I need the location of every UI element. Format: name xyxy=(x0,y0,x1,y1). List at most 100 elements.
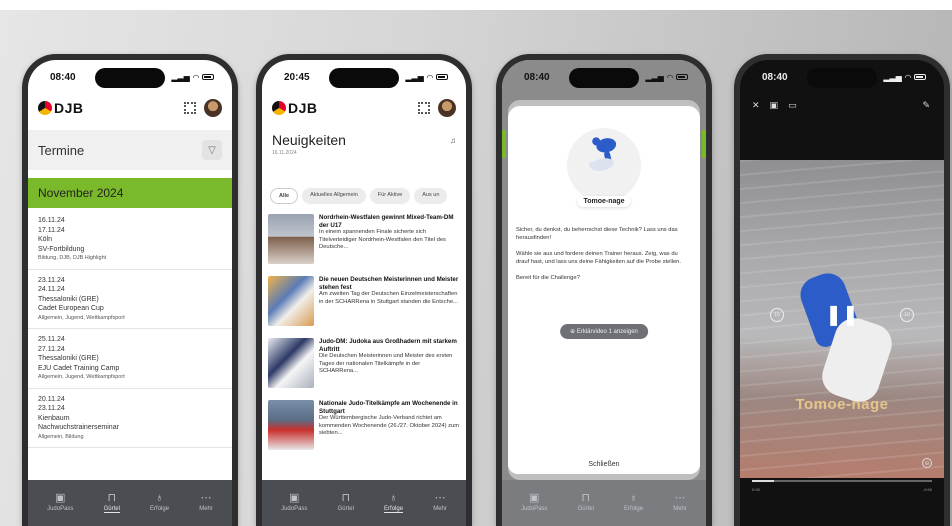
tab-erfolge[interactable]: ♁ Erfolge xyxy=(150,493,169,513)
technique-name: Tomoe-nage xyxy=(577,196,631,207)
tab-mehr[interactable]: ⋯ Mehr xyxy=(199,493,213,513)
phone-video: 08:40 ▂▃▅ ◠ ✕ ▣ ▭ ✎ 10 ❚❚ 10 Tomoe-nage … xyxy=(734,54,950,526)
trophy-icon: ♁ xyxy=(155,492,164,504)
top-band xyxy=(0,0,952,10)
picture-in-picture-icon[interactable]: ▣ xyxy=(770,100,779,111)
chip-aktuelles[interactable]: Aktuelles Allgemein xyxy=(302,188,366,204)
bell-icon[interactable]: ♫ xyxy=(450,136,456,145)
tab-erfolge[interactable]: ♁ Erfolge xyxy=(624,493,643,513)
tab-guertel[interactable]: ⊓ Gürtel xyxy=(578,493,594,513)
signal-icon: ▂▃▅ xyxy=(171,72,190,82)
trophy-icon: ♁ xyxy=(389,492,398,504)
tab-label: Gürtel xyxy=(577,506,594,512)
event-tags: Bildung, DJB, DJB Highlight xyxy=(38,255,107,261)
id-card-icon: ▣ xyxy=(55,492,66,504)
djb-logo[interactable]: DJB xyxy=(38,100,84,116)
status-time: 20:45 xyxy=(284,71,310,83)
news-date: 16.11.2024 xyxy=(272,150,297,156)
news-excerpt: Die Deutschen Meisterinnen und Meister d… xyxy=(319,353,453,375)
signal-icon: ▂▃▅ xyxy=(645,72,664,82)
event-start: 16.11.24 xyxy=(38,217,65,224)
pause-icon[interactable]: ❚❚ xyxy=(825,302,859,327)
tab-erfolge[interactable]: ♁ Erfolge xyxy=(384,492,404,513)
event-start: 25.11.24 xyxy=(38,336,65,343)
list-item[interactable]: Nationale Judo-Titelkämpfe am Wochenende… xyxy=(268,400,460,450)
skip-back-icon[interactable]: 10 xyxy=(770,308,784,322)
event-place: Köln xyxy=(38,236,53,243)
tab-guertel[interactable]: ⊓ Gürtel xyxy=(338,493,354,513)
category-chips: Alle Aktuelles Allgemein Für Aktive Aus … xyxy=(270,188,466,204)
tab-mehr[interactable]: ⋯ Mehr xyxy=(433,493,447,513)
video-progress[interactable] xyxy=(752,480,932,482)
phone-neuigkeiten: 20:45 ▂▃▅ ◠ DJB Neuigkeiten 16.11.2024 ♫… xyxy=(256,54,472,526)
djb-logo[interactable]: DJB xyxy=(272,100,318,116)
accent-strip xyxy=(702,130,706,158)
close-button[interactable]: Schließen xyxy=(508,454,700,474)
modal-description: Sicher, du denkst, du beherrschst diese … xyxy=(516,226,692,290)
app-header: DJB xyxy=(28,94,232,122)
close-icon[interactable]: ✕ xyxy=(752,100,760,111)
event-end: 27.11.24 xyxy=(38,345,65,353)
signal-icon: ▂▃▅ xyxy=(883,72,902,82)
tab-judopass[interactable]: ▣ JudoPass xyxy=(521,493,547,513)
modal-paragraph: Wähle sie aus und fordere deinen Trainer… xyxy=(516,251,681,265)
tab-guertel[interactable]: ⊓ Gürtel xyxy=(103,492,120,513)
wifi-icon: ◠ xyxy=(426,72,433,82)
qr-scan-icon[interactable] xyxy=(418,102,430,114)
tab-label: Erfolge xyxy=(150,506,170,512)
tab-label: JudoPass xyxy=(281,506,308,512)
more-icon: ⋯ xyxy=(434,492,446,504)
mute-icon[interactable]: ✎ xyxy=(922,100,930,111)
filter-icon: ▽ xyxy=(208,144,216,156)
accent-strip xyxy=(502,130,506,158)
dynamic-island xyxy=(329,68,399,88)
list-item[interactable]: Nordrhein-Westfalen gewinnt Mixed-Team-D… xyxy=(268,214,460,264)
event-name: Nachwuchstrainerseminar xyxy=(38,424,119,431)
chip-aus-und[interactable]: Aus un xyxy=(414,188,448,204)
battery-icon xyxy=(914,74,926,80)
news-title: Die neuen Deutschen Meisterinnen und Mei… xyxy=(319,276,459,291)
list-item[interactable]: 16.11.24 17.11.24 Köln SV-Fortbildung Bi… xyxy=(28,210,232,270)
play-circle-icon: ⊕ xyxy=(570,329,577,335)
tab-judopass[interactable]: ▣ JudoPass xyxy=(47,493,73,513)
avatar[interactable] xyxy=(204,99,222,117)
event-start: 23.11.24 xyxy=(38,276,65,284)
list-item[interactable]: 23.11.24 24.11.24 Thessaloniki (GRE) Cad… xyxy=(28,270,232,329)
list-item[interactable]: 20.11.24 23.11.24 Kienbaum Nachwuchstrai… xyxy=(28,389,232,448)
time-remaining: -0:50 xyxy=(922,487,932,492)
event-tags: Allgemein, Bildung xyxy=(38,433,84,440)
list-item[interactable]: Judo-DM: Judoka aus Großhadern mit stark… xyxy=(268,338,460,388)
tab-label: Gürtel xyxy=(103,506,120,513)
tab-label: Mehr xyxy=(199,506,213,512)
status-time: 08:40 xyxy=(524,71,550,83)
qr-scan-icon[interactable] xyxy=(184,102,196,114)
video-frame[interactable]: 10 ❚❚ 10 Tomoe-nage xyxy=(740,160,944,478)
event-name: SV-Fortbildung xyxy=(38,245,85,253)
chip-fuer-aktive[interactable]: Für Aktive xyxy=(369,188,411,204)
tab-mehr[interactable]: ⋯ Mehr xyxy=(673,493,687,513)
app-header: DJB xyxy=(262,94,466,122)
list-item[interactable]: 25.11.24 27.11.24 Thessaloniki (GRE) EJU… xyxy=(28,329,232,389)
news-excerpt: Der Württembergische Judo-Verband richte… xyxy=(319,415,460,437)
avatar[interactable] xyxy=(438,99,456,117)
airplay-icon[interactable]: ▭ xyxy=(788,100,797,111)
news-thumbnail xyxy=(268,276,314,326)
list-item[interactable]: Die neuen Deutschen Meisterinnen und Mei… xyxy=(268,276,460,326)
show-video-button[interactable]: ⊕ Erklärvideo 1 anzeigen xyxy=(560,324,648,339)
speed-icon[interactable]: ⊖ xyxy=(922,458,932,468)
event-end: 23.11.24 xyxy=(38,405,65,412)
tab-judopass[interactable]: ▣ JudoPass xyxy=(281,493,307,513)
tab-bar: ▣ JudoPass ⊓ Gürtel ♁ Erfolge ⋯ Mehr xyxy=(28,480,232,526)
screen-neuigkeiten: 20:45 ▂▃▅ ◠ DJB Neuigkeiten 16.11.2024 ♫… xyxy=(262,60,466,526)
news-thumbnail xyxy=(268,214,314,264)
event-place: Kienbaum xyxy=(38,414,70,422)
chip-alle[interactable]: Alle xyxy=(270,188,299,204)
belt-icon: ⊓ xyxy=(107,492,117,504)
tab-label: JudoPass xyxy=(47,506,74,512)
signal-icon: ▂▃▅ xyxy=(405,72,424,82)
skip-forward-icon[interactable]: 10 xyxy=(900,308,914,322)
news-title: Nationale Judo-Titelkämpfe am Wochenende… xyxy=(319,400,458,415)
battery-icon xyxy=(436,74,448,80)
video-top-controls: ✕ ▣ ▭ ✎ xyxy=(752,100,930,111)
filter-button[interactable]: ▽ xyxy=(202,140,222,160)
